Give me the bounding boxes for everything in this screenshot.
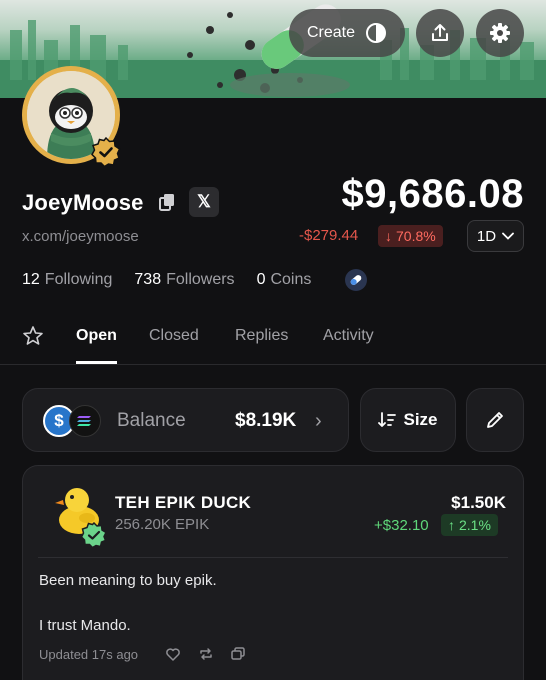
followers-count[interactable]: 738 (134, 271, 161, 289)
x-logo-icon: 𝕏 (197, 192, 211, 211)
chevron-right-icon: › (315, 410, 322, 432)
position-note-line: Been meaning to buy epik. (39, 572, 217, 589)
settings-button[interactable] (476, 9, 524, 57)
repost-icon[interactable] (198, 646, 214, 662)
profile-tabs: Open Closed Replies Activity (0, 314, 546, 365)
position-gain-percent: 2.1% (459, 517, 491, 533)
sort-size-button[interactable]: Size (360, 388, 456, 452)
balance-button[interactable]: $ Balance $8.19K › (22, 388, 349, 452)
star-icon[interactable] (22, 325, 44, 347)
active-tab-indicator (76, 361, 117, 364)
verified-badge-icon (91, 137, 121, 167)
solana-coin-icon (69, 405, 101, 437)
profile-name: JoeyMoose (22, 190, 144, 215)
create-button[interactable]: Create (289, 9, 405, 57)
followers-label[interactable]: Followers (166, 271, 234, 289)
profile-stats: 12 Following 738 Followers 0 Coins (22, 271, 333, 289)
following-count[interactable]: 12 (22, 271, 40, 289)
position-value: $1.50K (451, 493, 506, 512)
position-gain-badge: ↑ 2.1% (441, 514, 498, 536)
x-profile-button[interactable]: 𝕏 (189, 187, 219, 217)
updated-timestamp: Updated 17s ago (39, 647, 139, 662)
position-card[interactable]: TEH EPIK DUCK 256.20K EPIK $1.50K +$32.1… (22, 465, 524, 680)
pencil-icon (487, 412, 503, 428)
portfolio-change-badge: ↓ 70.8% (378, 225, 443, 247)
sort-icon (378, 412, 397, 427)
tab-activity[interactable]: Activity (323, 327, 374, 345)
following-label[interactable]: Following (45, 271, 113, 289)
position-note-line: I trust Mando. (39, 617, 131, 634)
token-amount: 256.20K EPIK (115, 516, 210, 533)
verified-token-icon (81, 522, 107, 548)
portfolio-change-amount: -$279.44 (299, 227, 359, 244)
gear-icon (490, 23, 510, 43)
create-label: Create (306, 24, 356, 41)
coins-label[interactable]: Coins (270, 271, 311, 289)
coins-count[interactable]: 0 (257, 271, 266, 289)
chevron-down-icon (502, 232, 514, 240)
tab-closed[interactable]: Closed (149, 327, 199, 345)
copy-note-icon[interactable] (230, 646, 246, 662)
portfolio-value: $9,686.08 (341, 172, 524, 216)
divider (38, 557, 508, 558)
share-icon (432, 24, 448, 41)
share-button[interactable] (416, 9, 464, 57)
pill-achievement-icon[interactable] (345, 269, 367, 291)
edit-button[interactable] (466, 388, 524, 452)
period-selector[interactable]: 1D (467, 220, 524, 252)
copy-icon[interactable] (157, 192, 177, 212)
balance-value: $8.19K (235, 410, 297, 431)
period-label: 1D (476, 227, 497, 245)
tab-replies[interactable]: Replies (235, 327, 288, 345)
profile-link[interactable]: x.com/joeymoose (22, 228, 139, 245)
arrow-up-icon: ↑ (448, 517, 455, 533)
heart-icon[interactable] (165, 646, 181, 662)
arrow-down-icon: ↓ (385, 228, 392, 244)
pill-logo-icon (366, 23, 387, 43)
portfolio-change-percent: 70.8% (396, 228, 436, 244)
position-gain-amount: +$32.10 (374, 517, 429, 534)
token-name: TEH EPIK DUCK (115, 493, 252, 512)
tab-open[interactable]: Open (76, 327, 117, 345)
size-label: Size (403, 410, 438, 429)
balance-label: Balance (117, 410, 186, 431)
